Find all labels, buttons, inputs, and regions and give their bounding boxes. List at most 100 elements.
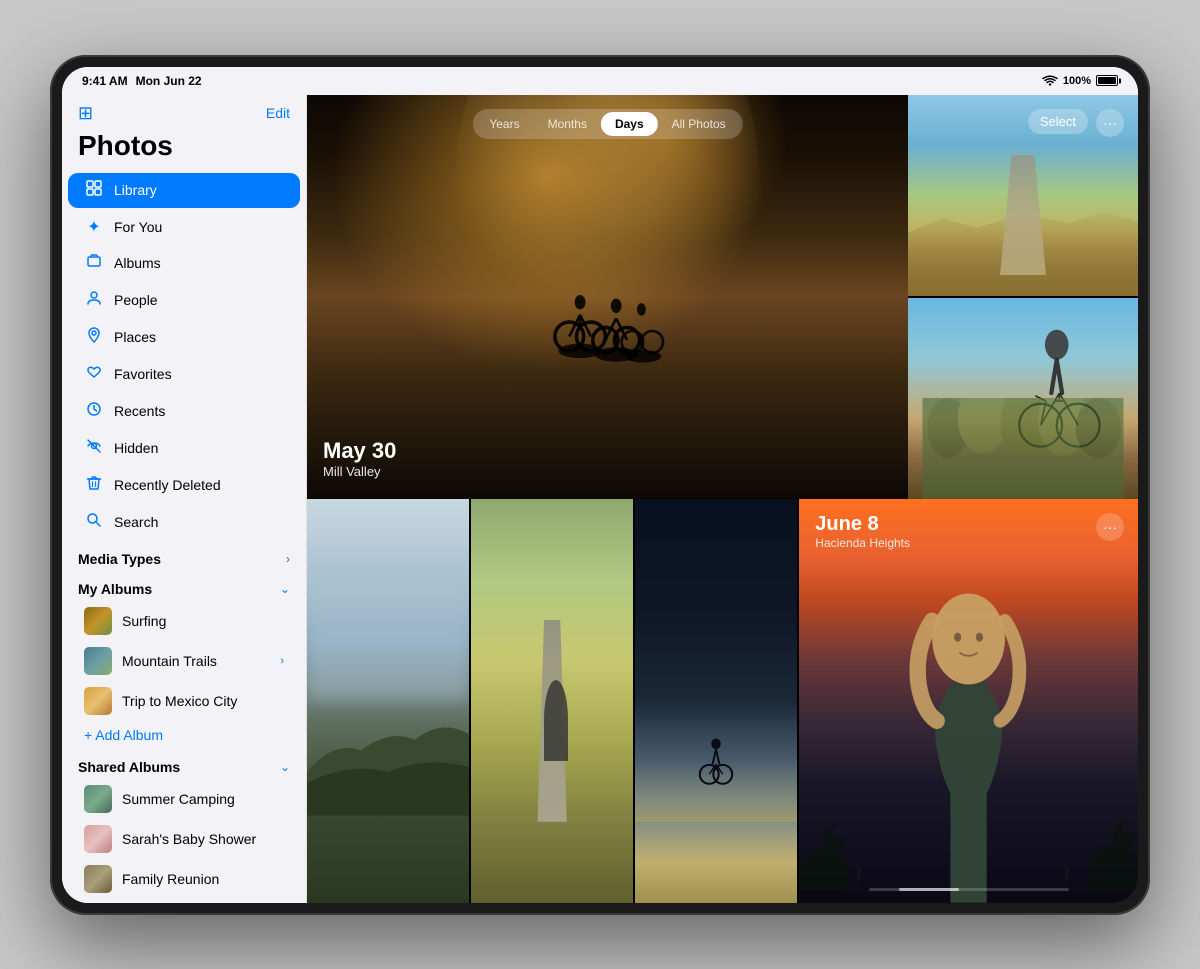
status-time: 9:41 AM [82,74,128,88]
albums-icon [84,253,104,274]
trip-mexico-thumb [84,687,112,715]
family-reunion-label: Family Reunion [122,871,219,887]
main-photo-date: May 30 [323,438,396,464]
shared-albums-section: Shared Albums ⌄ [62,749,306,779]
sidebar: ⊞ Edit Photos Library [62,95,307,903]
my-albums-section: My Albums ⌄ [62,571,306,601]
for-you-icon: ✦ [84,217,104,237]
hidden-label: Hidden [114,440,158,456]
photo-grid-bottom: June 8 Hacienda Heights ··· [307,499,1138,903]
sidebar-toggle-icon[interactable]: ⊞ [78,103,93,124]
road-group-photo [471,499,633,903]
portrait-date: June 8 [815,513,910,536]
sidebar-item-hidden[interactable]: Hidden [68,431,300,466]
summer-camping-thumb [84,785,112,813]
media-types-section: Media Types › [62,541,306,571]
solo-cyclist-photo [635,499,797,903]
tab-all-photos[interactable]: All Photos [658,112,740,136]
tab-days[interactable]: Days [601,112,658,136]
wifi-icon [1042,75,1058,87]
sidebar-header: ⊞ Edit [62,95,306,128]
photo-grid-top: May 30 Mill Valley Years Months Days All… [307,95,1138,499]
sidebar-item-favorites[interactable]: Favorites [68,357,300,392]
library-label: Library [114,182,157,198]
album-item-family-reunion[interactable]: Family Reunion [68,860,300,898]
mountain-trails-chevron: › [280,655,284,667]
tab-months[interactable]: Months [534,112,601,136]
sidebar-item-search[interactable]: Search [68,505,300,540]
more-options-button-portrait[interactable]: ··· [1096,513,1124,541]
right-panel: Select ··· [908,95,1138,499]
main-forest-photo: May 30 Mill Valley Years Months Days All… [307,95,908,499]
app-content: ⊞ Edit Photos Library [62,95,1138,903]
search-icon [84,512,104,533]
hidden-icon [84,438,104,459]
photo-date-info: May 30 Mill Valley [323,438,396,479]
scroll-thumb [899,888,959,891]
album-item-trip-mexico[interactable]: Trip to Mexico City [68,682,300,720]
sidebar-item-library[interactable]: Library [68,173,300,208]
ipad-frame: 9:41 AM Mon Jun 22 100% [50,55,1150,915]
recents-label: Recents [114,403,165,419]
more-options-button-top[interactable]: ··· [1096,109,1124,137]
surfing-label: Surfing [122,613,166,629]
scroll-indicator [869,888,1069,891]
library-icon [84,180,104,201]
album-item-summer-camping[interactable]: Summer Camping [68,780,300,818]
surfing-thumb [84,607,112,635]
shared-albums-chevron[interactable]: ⌄ [280,760,290,774]
main-photo-panel: May 30 Mill Valley Years Months Days All… [307,95,908,499]
foggy-mountain-photo [307,499,469,903]
albums-label: Albums [114,255,161,271]
status-right: 100% [1042,75,1118,87]
recents-icon [84,401,104,422]
battery-percent: 100% [1063,75,1091,87]
mountain-trails-label: Mountain Trails [122,653,217,669]
woman-portrait-photo: June 8 Hacienda Heights ··· [799,499,1138,903]
media-types-chevron[interactable]: › [286,552,290,566]
album-item-sarahs-baby[interactable]: Sarah's Baby Shower [68,820,300,858]
edit-button[interactable]: Edit [266,105,290,121]
album-item-mountain-trails[interactable]: Mountain Trails › [68,642,300,680]
ipad-screen: 9:41 AM Mon Jun 22 100% [62,67,1138,903]
sidebar-item-places[interactable]: Places [68,320,300,355]
status-date: Mon Jun 22 [136,74,202,88]
media-types-label: Media Types [78,551,161,567]
trip-mexico-label: Trip to Mexico City [122,693,237,709]
search-label: Search [114,514,158,530]
mountain-trails-thumb [84,647,112,675]
for-you-label: For You [114,219,162,235]
status-bar: 9:41 AM Mon Jun 22 100% [62,67,1138,95]
trash-icon [84,475,104,496]
sidebar-item-recently-deleted[interactable]: Recently Deleted [68,468,300,503]
people-icon [84,290,104,311]
sarahs-baby-label: Sarah's Baby Shower [122,831,256,847]
view-tabs: Years Months Days All Photos [472,109,742,139]
portrait-photo-panel: June 8 Hacienda Heights ··· [799,499,1138,903]
sidebar-item-people[interactable]: People [68,283,300,318]
portrait-location: Hacienda Heights [815,536,910,550]
portrait-date-info: June 8 Hacienda Heights [815,513,910,550]
places-label: Places [114,329,156,345]
shared-albums-label: Shared Albums [78,759,180,775]
bottom-small-photos [307,499,797,903]
add-album-button[interactable]: + Add Album [68,722,300,748]
summer-camping-label: Summer Camping [122,791,235,807]
top-right-photo: Select ··· [908,95,1138,296]
people-label: People [114,292,158,308]
my-albums-chevron[interactable]: ⌄ [280,582,290,596]
album-item-surfing[interactable]: Surfing [68,602,300,640]
sidebar-item-recents[interactable]: Recents [68,394,300,429]
cyclist-portrait-photo [908,298,1138,499]
favorites-icon [84,364,104,385]
select-button[interactable]: Select [1028,109,1088,134]
sidebar-item-albums[interactable]: Albums [68,246,300,281]
add-album-label: + Add Album [84,727,163,743]
sarahs-baby-thumb [84,825,112,853]
my-albums-label: My Albums [78,581,152,597]
tab-years[interactable]: Years [475,112,533,136]
bottom-right-photo-cyclist [908,298,1138,499]
places-icon [84,327,104,348]
app-title: Photos [62,128,306,172]
sidebar-item-for-you[interactable]: ✦ For You [68,210,300,244]
